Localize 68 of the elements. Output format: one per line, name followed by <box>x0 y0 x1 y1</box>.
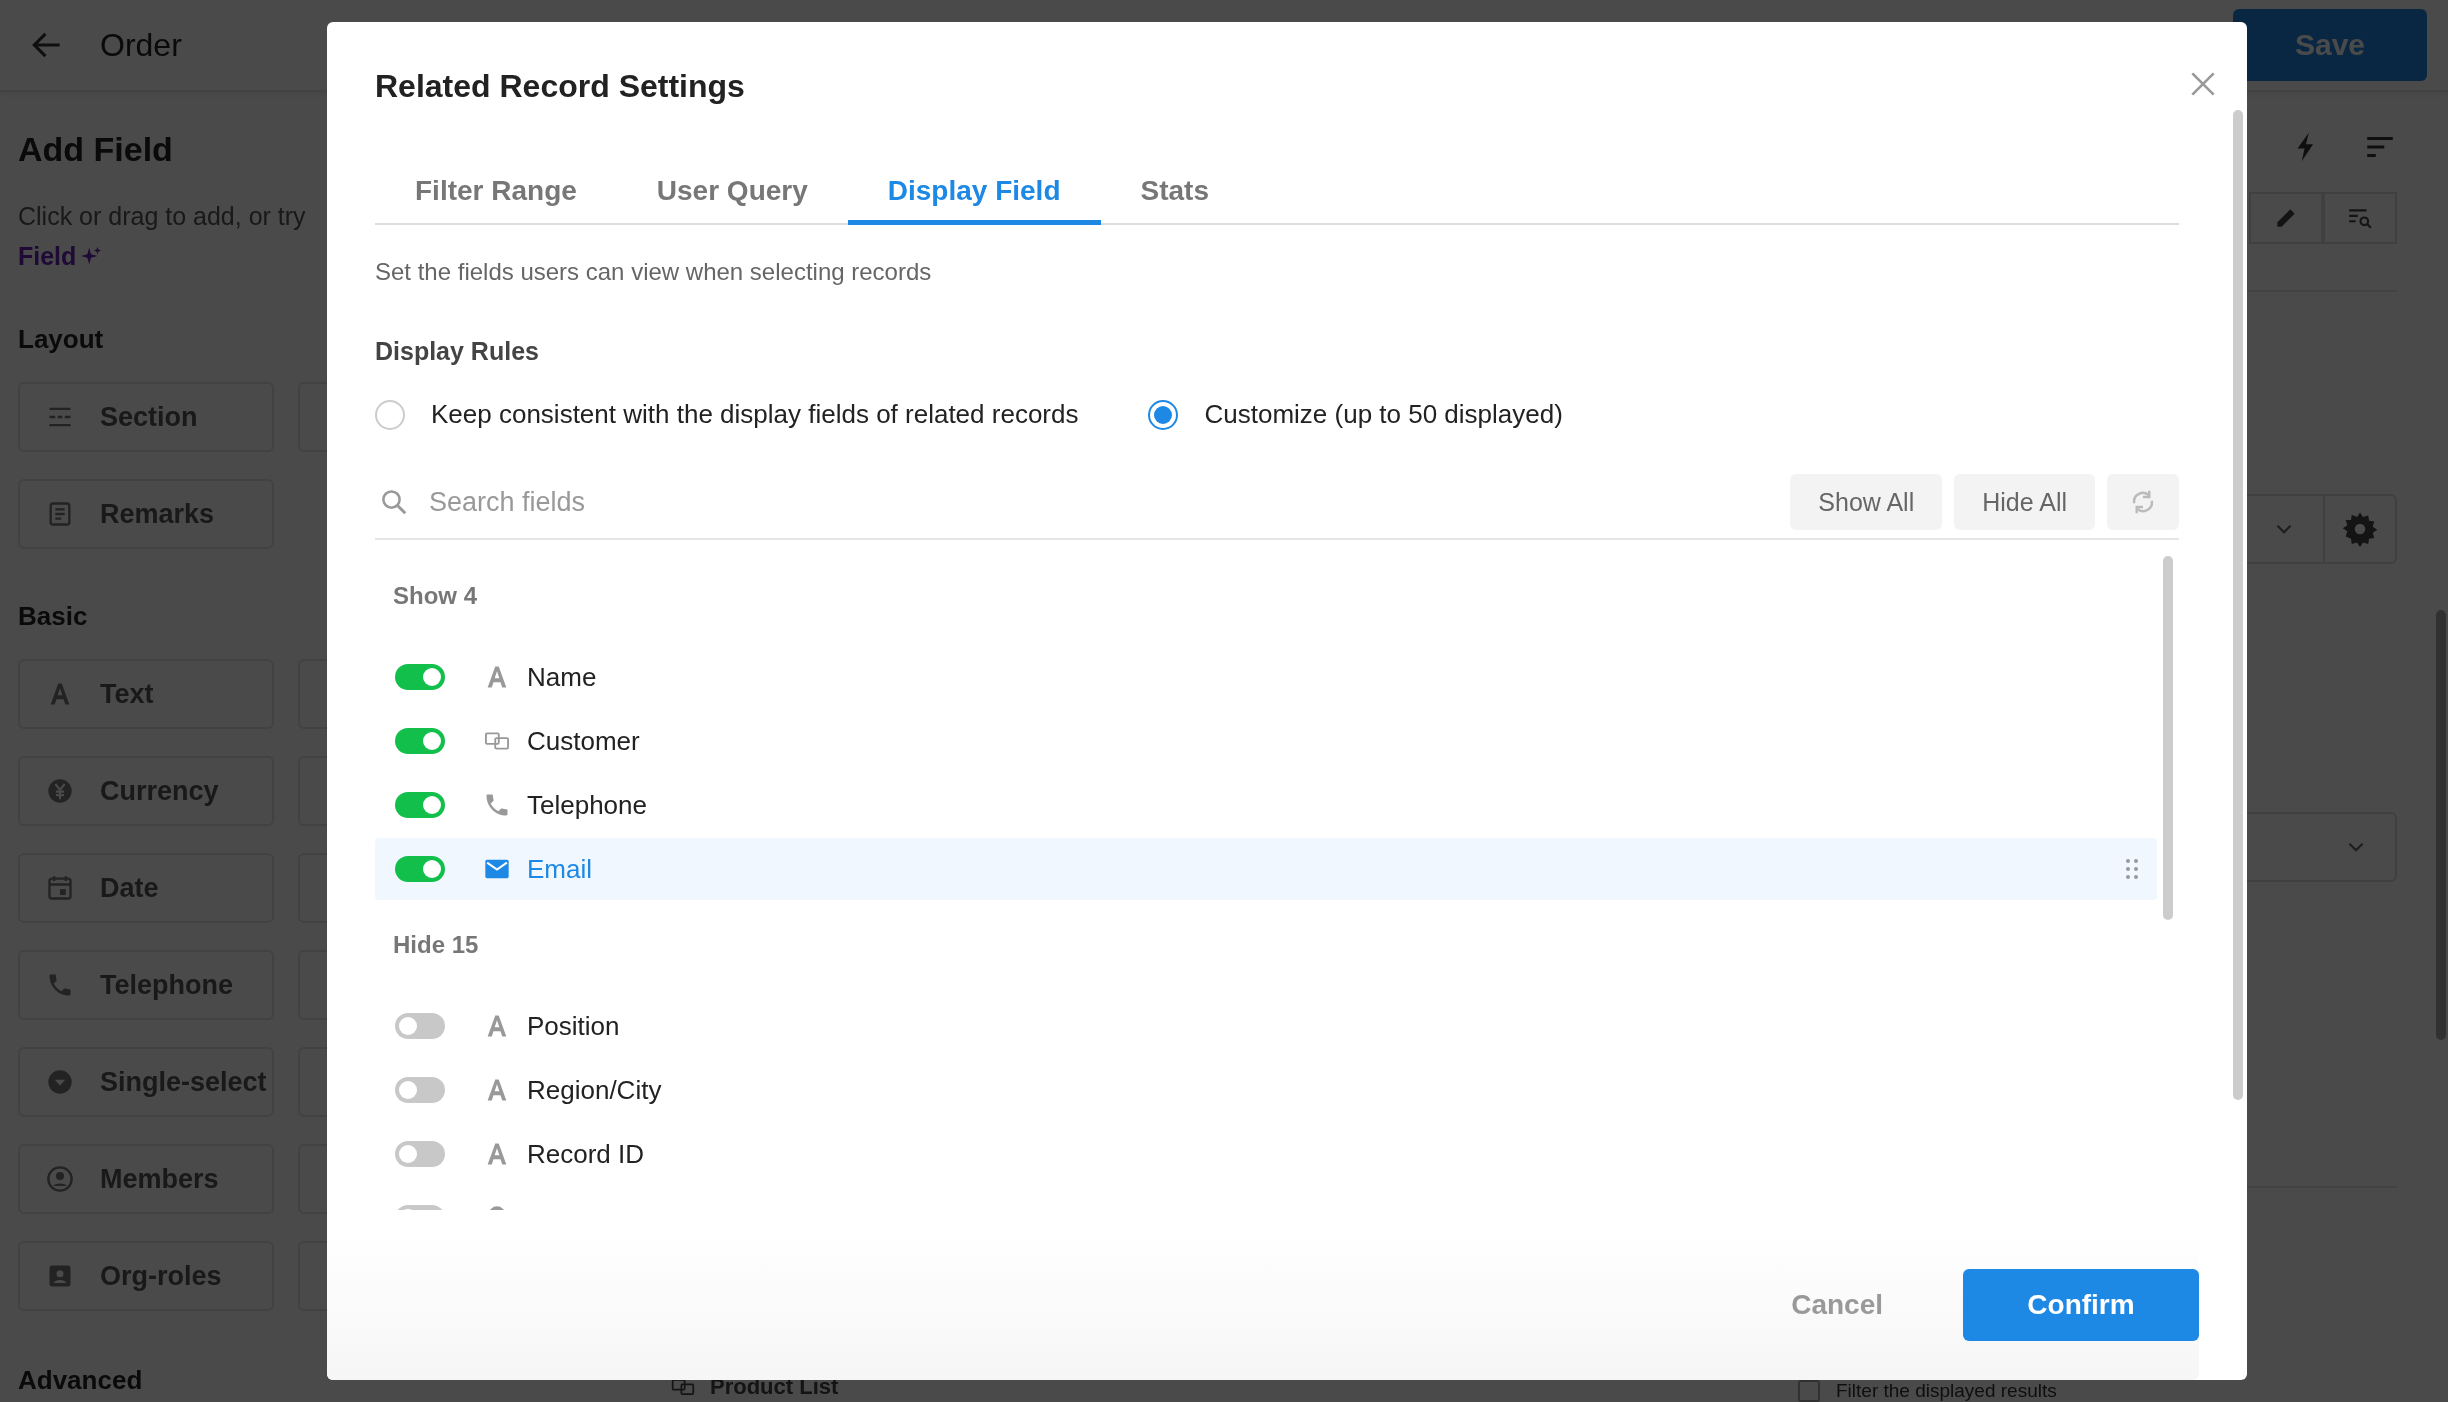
tab[interactable]: Filter Range <box>375 161 617 225</box>
refresh-button[interactable] <box>2107 474 2179 530</box>
description-text: Set the fields users can view when selecting records <box>375 257 933 287</box>
field-name: Name <box>527 661 597 693</box>
drag-handle-icon[interactable] <box>2125 858 2139 880</box>
field-row[interactable]: Name <box>375 646 2157 708</box>
page-title: Order <box>100 26 182 64</box>
tab[interactable]: Display Field <box>847 161 1101 225</box>
settings-button[interactable] <box>2323 494 2397 564</box>
radio-option[interactable]: Customize (up to 50 displayed) <box>1148 399 1563 430</box>
edit-button[interactable] <box>2249 192 2323 244</box>
tab[interactable]: Stats <box>1100 161 1249 225</box>
field-row[interactable]: Telephone <box>375 774 2157 836</box>
search-list-button[interactable] <box>2323 192 2397 244</box>
cancel-button[interactable]: Cancel <box>1751 1269 1923 1341</box>
dialog-title: Related Record Settings <box>375 67 746 106</box>
toggle-switch[interactable] <box>395 1141 445 1167</box>
radio-dot <box>1154 405 1173 424</box>
calendar-icon <box>46 874 74 902</box>
panel-title: Add Field <box>18 129 174 170</box>
checkbox-label: Filter the displayed results <box>1836 1381 2057 1401</box>
toggle-thumb <box>423 668 441 686</box>
toggle-thumb <box>399 1081 417 1099</box>
person-icon <box>46 1165 74 1193</box>
group-heading: Layout <box>18 323 105 356</box>
dropdown-icon <box>46 1068 74 1096</box>
tab[interactable]: User Query <box>616 161 848 225</box>
toggle-all-button[interactable]: Hide All <box>1954 474 2095 530</box>
confirm-button[interactable]: Confirm <box>1963 1269 2199 1341</box>
scrollbar[interactable] <box>2436 610 2446 1040</box>
field-name: Email <box>527 853 592 885</box>
radio-option[interactable]: Keep consistent with the display fields of related records <box>375 399 1079 430</box>
toggle-switch[interactable] <box>395 1013 445 1039</box>
field-name: Record ID <box>527 1138 645 1170</box>
checkbox[interactable] <box>1798 1380 1820 1402</box>
toggle-switch[interactable] <box>395 856 445 882</box>
ai-field-link[interactable]: Field <box>18 240 103 272</box>
toggle-thumb <box>423 796 441 814</box>
group-heading: Advanced <box>18 1365 144 1396</box>
toggle-thumb <box>399 1145 417 1163</box>
search-icon <box>379 487 409 517</box>
toggle-switch[interactable] <box>395 792 445 818</box>
toggle-switch[interactable] <box>395 664 445 690</box>
toggle-thumb <box>423 860 441 878</box>
field-name: Position <box>527 1010 620 1042</box>
field-name: Region/City <box>527 1074 662 1106</box>
field-row[interactable]: Email <box>375 838 2157 900</box>
radio-button[interactable] <box>375 399 405 430</box>
toggle-all-button[interactable]: Show All <box>1790 474 1943 530</box>
toggle-thumb <box>399 1017 417 1035</box>
field-row[interactable]: Region/City <box>375 1059 2157 1121</box>
scrollbar[interactable] <box>2233 110 2243 1100</box>
field-row[interactable]: Record ID <box>375 1123 2157 1185</box>
group-heading: Basic <box>18 600 89 633</box>
toggle-switch[interactable] <box>395 1077 445 1103</box>
field-row[interactable]: Customer <box>375 710 2157 772</box>
toggle-thumb <box>423 732 441 750</box>
group-heading: Show 4 <box>392 581 478 611</box>
field-row[interactable]: Position <box>375 995 2157 1057</box>
section-heading: Display Rules <box>375 336 540 367</box>
group-heading: Hide 15 <box>392 930 480 960</box>
toggle-switch[interactable] <box>395 728 445 754</box>
settings-icon <box>2342 511 2378 547</box>
radio-button[interactable] <box>1148 399 1179 430</box>
field-name: Customer <box>527 725 640 757</box>
scrollbar[interactable] <box>2163 556 2173 920</box>
field-name: Telephone <box>527 789 647 821</box>
currency-icon <box>46 777 74 805</box>
